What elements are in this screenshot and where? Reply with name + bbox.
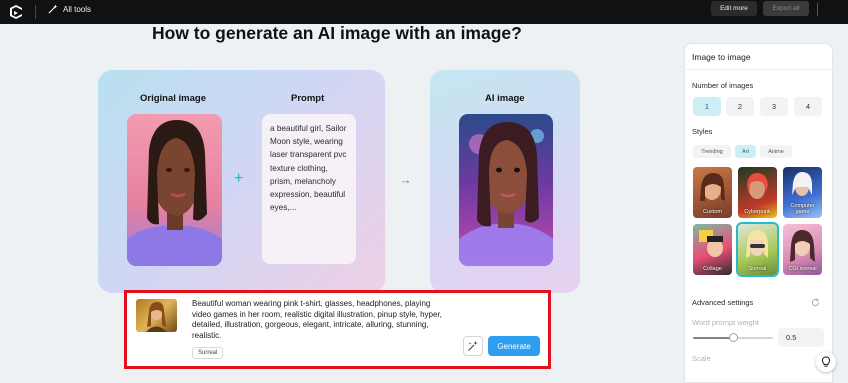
word-prompt-weight-label: Word prompt weight [692,318,759,327]
topbar-divider [35,5,36,19]
lightbulb-icon [821,356,831,367]
sidebar-title: Image to image [692,52,751,62]
top-bar: All tools Edit more Export all [0,0,848,24]
plus-icon: + [234,170,244,187]
style-tile-collage[interactable]: Collage [693,224,732,275]
weight-slider-fill [693,337,733,339]
topbar-separator [817,3,818,16]
all-tools-label: All tools [63,4,92,14]
magic-wand-icon [48,4,58,14]
style-tile-label: Computer game [790,203,815,215]
style-tile-label: Surreal [748,266,767,272]
prompt-label: Prompt [291,93,325,104]
highlight-frame [124,290,551,369]
number-option-2[interactable]: 2 [726,97,754,116]
advanced-settings-label: Advanced settings [692,298,754,307]
style-tile-label: Cyberpunk [744,209,771,215]
prompt-example-text: a beautiful girl, Sailor Moon style, wea… [262,114,356,264]
word-prompt-weight-input[interactable]: 0.5 [778,328,824,347]
weight-slider-handle[interactable] [729,333,738,342]
ai-portrait-illustration [459,122,553,266]
style-tile-custom[interactable]: Custom [693,167,732,218]
number-of-images-label: Number of images [692,81,754,90]
export-all-button[interactable]: Export all [763,1,809,16]
style-tile-cyberpunk[interactable]: Cyberpunk [738,167,777,218]
style-tile-label: CGI surreal [788,266,817,272]
style-tile-cgi-surreal[interactable]: CGI surreal [783,224,822,275]
sidebar-title-divider [684,69,833,70]
page-title: How to generate an AI image with an imag… [152,23,522,43]
arrow-right-icon: → [399,172,412,187]
edit-more-button[interactable]: Edit more [711,1,757,16]
capcut-logo-icon[interactable] [8,4,24,20]
style-tile-label: Custom [703,209,722,215]
original-image-label: Original image [140,93,206,104]
style-tile-computer-game[interactable]: Computer game [783,167,822,218]
number-option-1[interactable]: 1 [693,97,721,116]
styles-label: Styles [692,127,713,136]
help-button[interactable] [816,352,836,372]
ai-image [459,114,553,266]
number-option-3[interactable]: 3 [760,97,788,116]
number-option-4[interactable]: 4 [794,97,822,116]
original-image [127,114,222,266]
tab-anime[interactable]: Anime [760,145,792,158]
ai-image-label: AI image [485,93,525,104]
all-tools-button[interactable]: All tools [48,4,91,14]
portrait-illustration [127,120,222,266]
tab-trending[interactable]: Trending [693,145,731,158]
reset-icon[interactable] [811,298,820,307]
style-tile-surreal[interactable]: Surreal [736,222,779,277]
style-tile-label: Collage [703,266,722,272]
tab-art[interactable]: Art [735,145,756,158]
scale-label: Scale [692,354,711,363]
